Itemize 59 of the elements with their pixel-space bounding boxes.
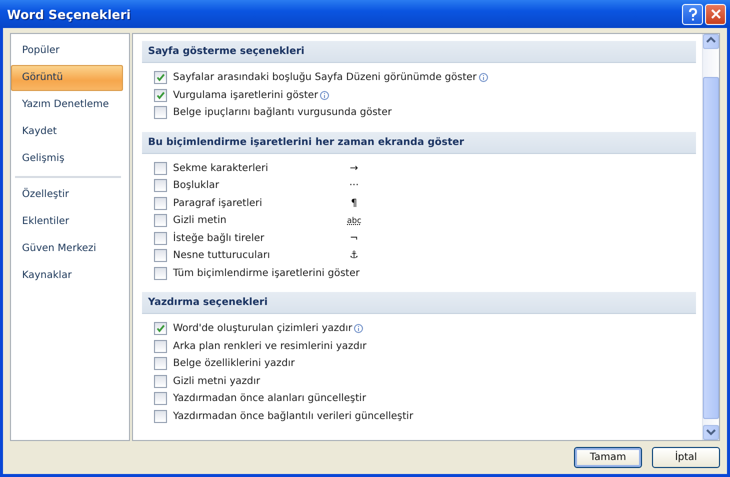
- option-label: Gizli metin: [173, 215, 226, 226]
- close-icon[interactable]: [705, 4, 726, 24]
- checkbox[interactable]: [154, 232, 167, 245]
- checkbox[interactable]: [154, 357, 167, 370]
- checkbox[interactable]: [154, 340, 167, 353]
- option-label: Sayfalar arasındaki boşluğu Sayfa Düzeni görünümde göster: [173, 72, 477, 84]
- sidebar-item[interactable]: Yazım Denetleme: [11, 92, 123, 118]
- dialog-button[interactable]: Tamam: [574, 447, 642, 468]
- option-label: Paragraf işaretleri: [173, 198, 262, 209]
- section-header: Bu biçimlendirme işaretlerini her zaman ekranda göster: [142, 132, 696, 154]
- formatting-mark: ¶: [350, 198, 358, 209]
- checkbox[interactable]: [154, 196, 167, 210]
- checkbox[interactable]: [154, 249, 167, 262]
- option-label: Vurgulama işaretlerini göster: [173, 90, 318, 101]
- option-label: Belge özelliklerini yazdır: [173, 358, 295, 370]
- scroll-down-icon[interactable]: [703, 425, 719, 440]
- sidebar-item[interactable]: Görüntü: [11, 65, 123, 91]
- formatting-mark: ···: [348, 180, 360, 192]
- checkbox[interactable]: [154, 392, 167, 406]
- option-label: Sekme karakterleri: [173, 162, 268, 174]
- option-label: Nesne tutturucuları: [173, 250, 270, 262]
- sidebar-item[interactable]: Özelleştir: [11, 182, 123, 208]
- checkbox[interactable]: [154, 179, 167, 192]
- sidebar-item[interactable]: Kaynaklar: [11, 263, 123, 289]
- checkbox[interactable]: [154, 374, 167, 388]
- scrollbar[interactable]: [702, 34, 719, 440]
- formatting-mark: →: [348, 162, 360, 174]
- option-label: Gizli metni yazdır: [173, 376, 260, 387]
- checkbox[interactable]: [154, 410, 167, 423]
- section-header: Yazdırma seçenekleri: [142, 292, 696, 314]
- dialog-button[interactable]: İptal: [652, 447, 720, 468]
- option-label: Yazdırmadan önce bağlantılı verileri güncelleştir: [173, 410, 414, 422]
- sidebar-item[interactable]: Kaydet: [11, 119, 123, 145]
- sidebar-item[interactable]: Güven Merkezi: [11, 236, 123, 262]
- formatting-mark: ¬: [348, 232, 360, 244]
- window-title: Word Seçenekleri: [7, 6, 132, 22]
- checkbox[interactable]: [154, 71, 167, 84]
- sidebar-item[interactable]: Eklentiler: [11, 209, 123, 235]
- formatting-mark: abc: [347, 216, 361, 226]
- formatting-mark: ⚓: [348, 250, 360, 262]
- option-label: Yazdırmadan önce alanları güncelleştir: [173, 393, 366, 404]
- option-label: Word'de oluşturulan çizimleri yazdır: [173, 323, 352, 334]
- option-label: Tüm biçimlendirme işaretlerini göster: [173, 268, 360, 279]
- option-label: Arka plan renkleri ve resimlerini yazdır: [173, 340, 366, 352]
- scroll-thumb[interactable]: [703, 77, 719, 419]
- option-label: Belge ipuçlarını bağlantı vurgusunda göster: [173, 107, 392, 118]
- option-label: Boşluklar: [173, 180, 220, 192]
- checkbox[interactable]: [154, 322, 167, 336]
- checkbox[interactable]: [154, 162, 167, 175]
- option-label: İsteğe bağlı tireler: [173, 232, 264, 244]
- section-header: Sayfa gösterme seçenekleri: [142, 41, 696, 63]
- checkbox[interactable]: [154, 266, 167, 280]
- checkbox[interactable]: [154, 88, 167, 102]
- scroll-up-icon[interactable]: [703, 34, 719, 49]
- help-icon[interactable]: [682, 4, 703, 24]
- checkbox[interactable]: [154, 214, 167, 228]
- checkbox[interactable]: [154, 106, 167, 120]
- sidebar-item[interactable]: Gelişmiş: [11, 146, 123, 172]
- sidebar-item[interactable]: Popüler: [11, 38, 123, 64]
